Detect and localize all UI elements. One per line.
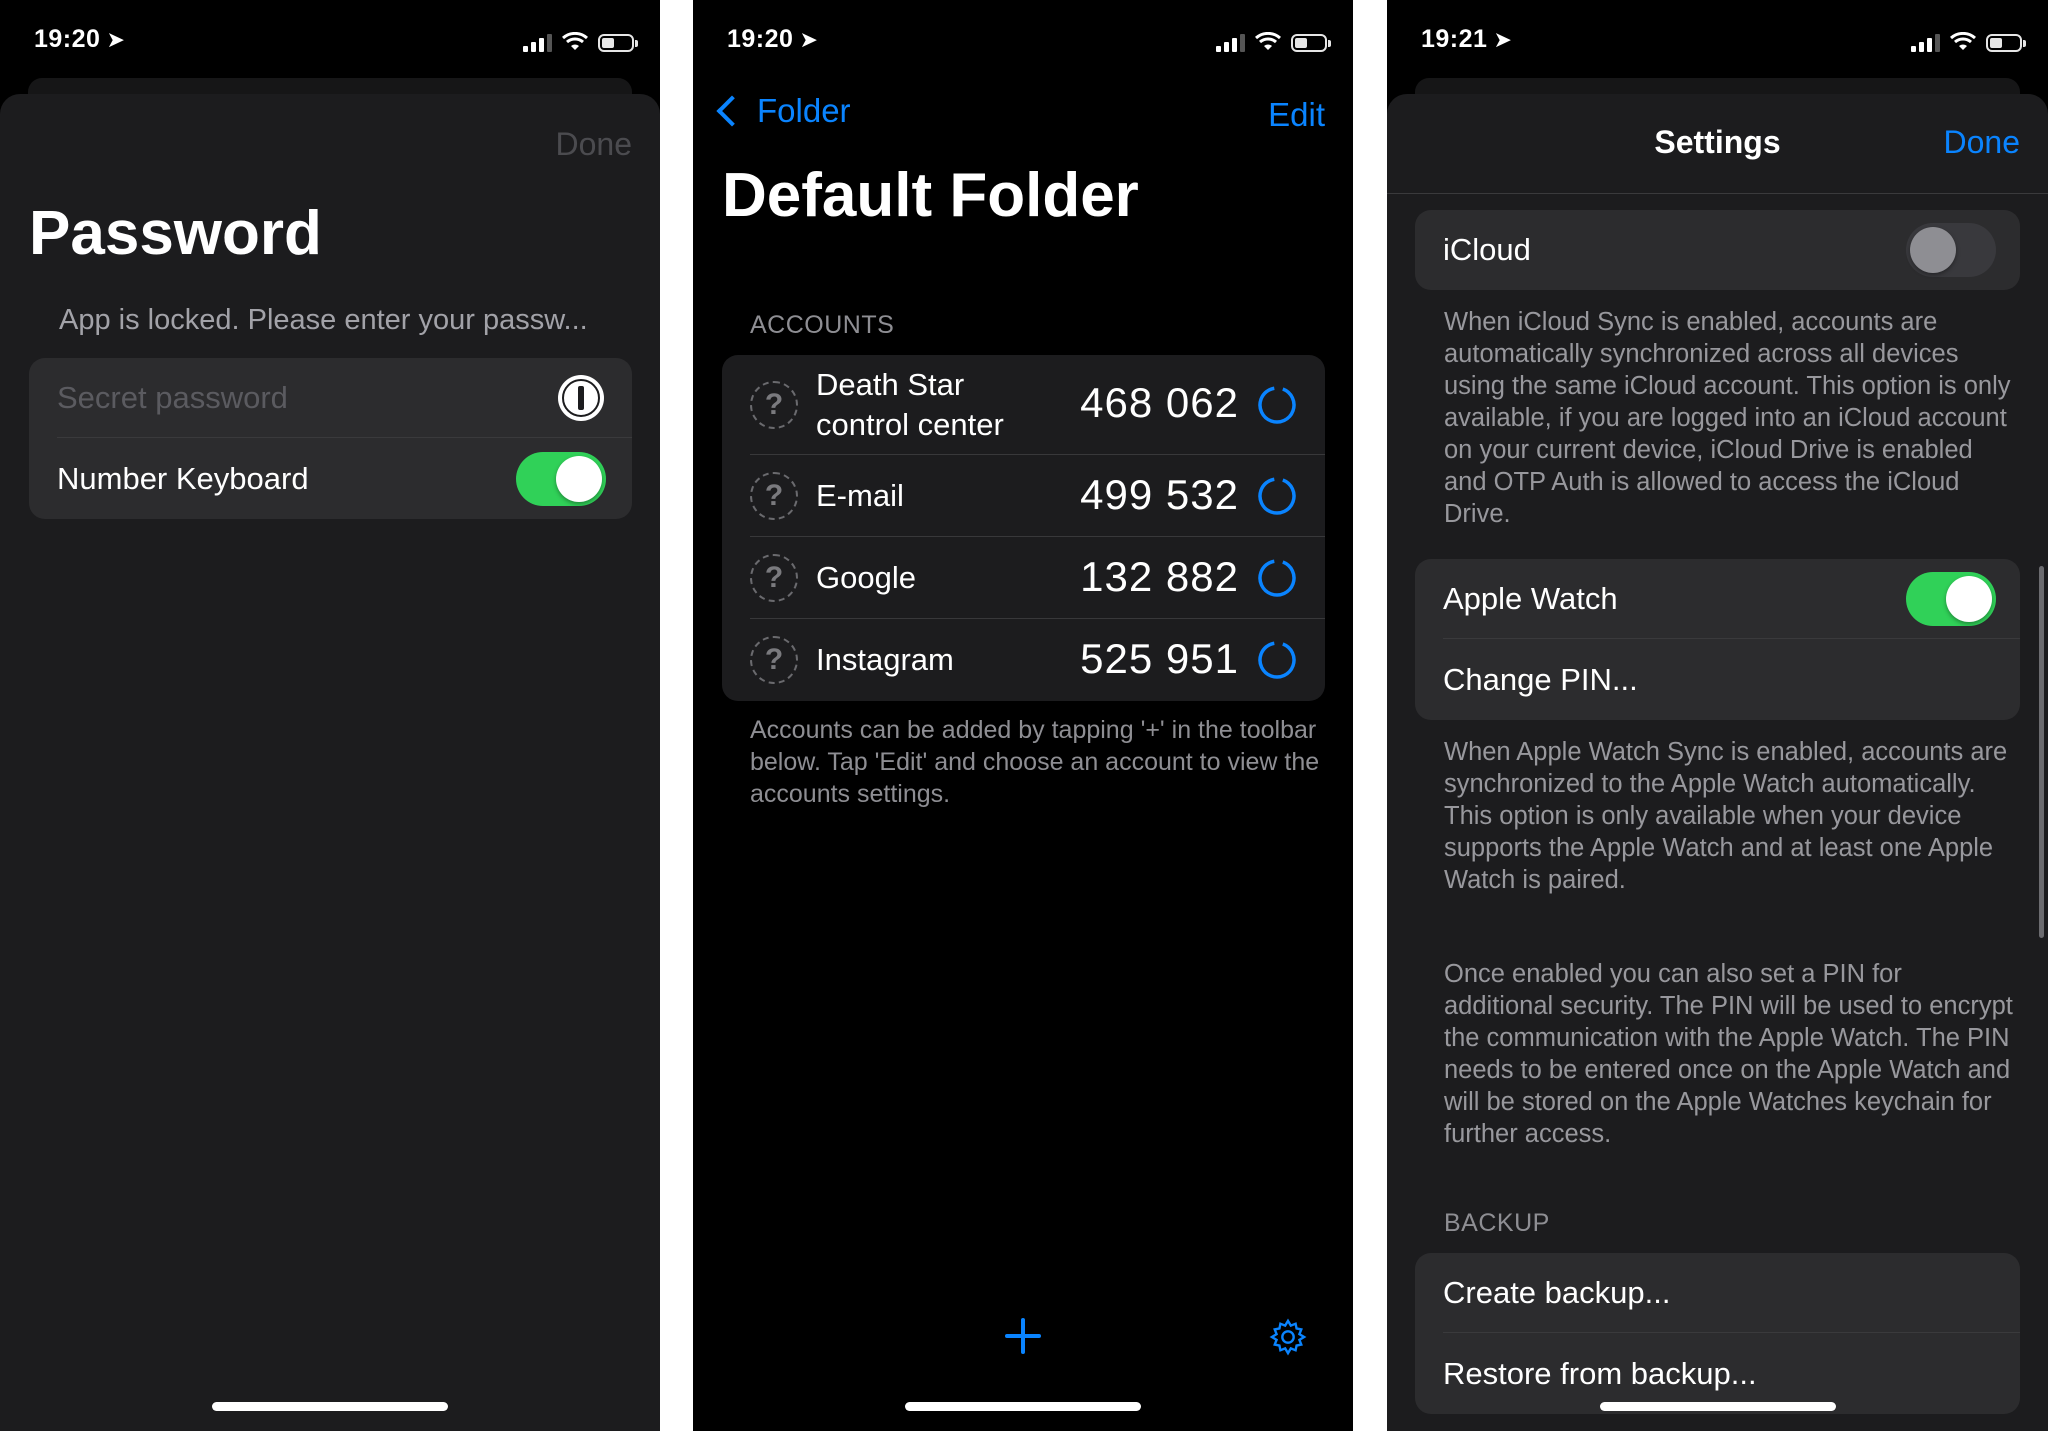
battery-icon [1291,34,1331,52]
apple-watch-group: Apple Watch Change PIN... [1415,559,2020,720]
timer-ring-icon [1258,559,1296,597]
folder-screen: 19:20 ➤ Folder Edit Default Folder ACCOUN… [693,0,1353,1431]
gear-icon[interactable] [1269,1318,1307,1356]
cellular-signal-icon [523,32,552,52]
password-input[interactable] [57,358,537,438]
status-bar: 19:21 ➤ [1387,0,2048,80]
question-mark-icon: ? [750,472,798,520]
chevron-left-icon [716,95,748,127]
question-mark-icon: ? [750,554,798,602]
section-header-accounts: ACCOUNTS [750,311,895,339]
otp-code: 499 532 [1080,471,1239,518]
icloud-description: When iCloud Sync is enabled, accounts ar… [1444,308,2011,528]
number-keyboard-label: Number Keyboard [57,461,309,496]
settings-screen: 19:21 ➤ Settings Done iCloud When iCloud … [1387,0,2048,1431]
back-label: Folder [757,92,851,129]
status-time: 19:21 [1421,25,1488,53]
location-arrow-icon: ➤ [106,27,126,52]
question-mark-icon: ? [750,636,798,684]
question-mark-icon: ? [750,381,798,429]
account-name: Google [816,560,916,595]
accounts-list: ? Death Star control center 468 062 ? E-m… [722,355,1325,701]
location-arrow-icon: ➤ [799,27,819,52]
password-group: Number Keyboard [29,358,632,519]
account-name: Instagram [816,642,954,677]
icloud-toggle[interactable] [1906,223,1996,277]
back-button[interactable]: Folder [707,92,851,130]
status-time: 19:20 [727,25,794,53]
wifi-icon [1950,32,1976,50]
apple-watch-row: Apple Watch [1415,559,2020,639]
icloud-row: iCloud [1415,210,2020,290]
page-title: Password [29,199,322,268]
lock-message: App is locked. Please enter your passw..… [59,304,588,336]
timer-ring-icon [1258,386,1296,424]
list-item[interactable]: ? Death Star control center 468 062 [722,355,1325,455]
status-bar: 19:20 ➤ [0,0,660,80]
section-header-backup: BACKUP [1444,1209,1550,1237]
otp-code: 525 951 [1080,635,1239,682]
status-time: 19:20 [34,25,101,53]
status-bar: 19:20 ➤ [693,0,1353,80]
otp-code: 132 882 [1080,553,1239,600]
wifi-icon [1255,32,1281,50]
done-button[interactable]: Done [556,126,633,163]
timer-ring-icon [1258,641,1296,679]
list-item[interactable]: ? Instagram 525 951 [722,619,1325,701]
apple-watch-label: Apple Watch [1443,581,1618,616]
account-name: E-mail [816,478,904,513]
list-item[interactable]: ? Google 132 882 [722,537,1325,619]
password-screen: 19:20 ➤ Done Password App is locked. Plea… [0,0,660,1431]
apple-watch-toggle[interactable] [1906,572,1996,626]
apple-watch-pin-description: Once enabled you can also set a PIN for … [1444,960,2013,1148]
location-arrow-icon: ➤ [1493,27,1513,52]
password-sheet [0,94,660,1431]
create-backup-label: Create backup... [1443,1275,1671,1310]
cellular-signal-icon [1216,32,1245,52]
backup-group: Create backup... Restore from backup... [1415,1253,2020,1414]
accounts-footer-note: Accounts can be added by tapping '+' in … [750,716,1320,808]
account-name: Death Star control center [816,367,1004,442]
home-indicator [212,1402,448,1411]
page-title: Default Folder [722,161,1139,230]
home-indicator [905,1402,1141,1411]
scrollbar[interactable] [2039,566,2044,938]
battery-icon [598,34,638,52]
cellular-signal-icon [1911,32,1940,52]
edit-button[interactable]: Edit [1268,96,1325,134]
icloud-label: iCloud [1443,232,1531,267]
create-backup-row[interactable]: Create backup... [1415,1253,2020,1333]
list-item[interactable]: ? E-mail 499 532 [722,455,1325,537]
1password-icon[interactable] [558,375,604,421]
wifi-icon [562,32,588,50]
number-keyboard-toggle[interactable] [516,452,606,506]
timer-ring-icon [1258,477,1296,515]
change-pin-row[interactable]: Change PIN... [1415,640,2020,720]
otp-code: 468 062 [1080,379,1239,426]
plus-icon[interactable] [1003,1316,1043,1356]
home-indicator [1599,1402,1836,1411]
change-pin-label: Change PIN... [1443,662,1638,697]
number-keyboard-row: Number Keyboard [29,439,632,519]
password-row [29,358,632,438]
apple-watch-description: When Apple Watch Sync is enabled, accoun… [1444,738,2008,894]
icloud-group: iCloud [1415,210,2020,290]
done-button[interactable]: Done [1944,124,2021,161]
battery-icon [1986,34,2026,52]
